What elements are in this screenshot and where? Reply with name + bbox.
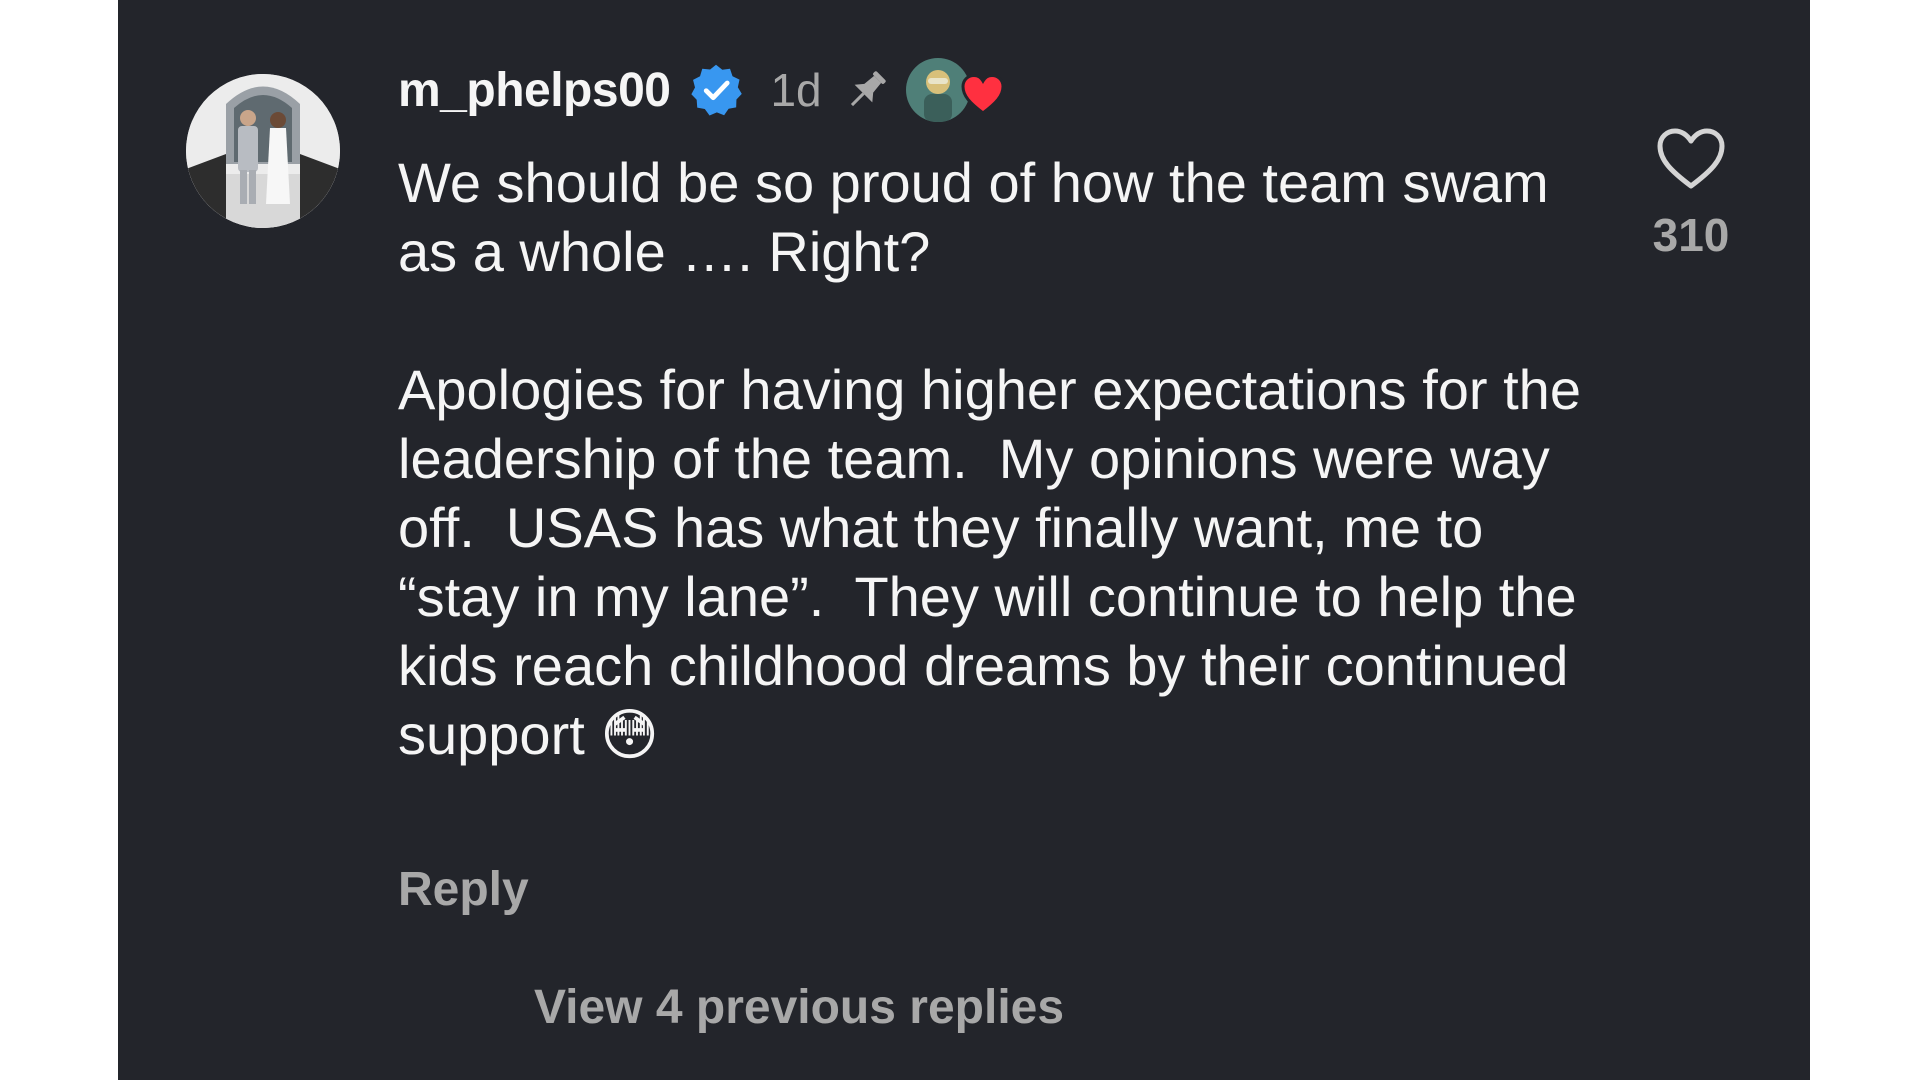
like-control: 310 (1636, 126, 1746, 262)
view-previous-replies-button[interactable]: View 4 previous replies (534, 980, 1064, 1035)
reply-button[interactable]: Reply (398, 862, 529, 917)
timestamp: 1d (770, 64, 822, 116)
heart-outline-icon[interactable] (1654, 126, 1728, 192)
username[interactable]: m_phelps00 (398, 63, 671, 118)
pin-icon (842, 65, 892, 115)
verified-badge-icon (688, 62, 744, 118)
avatar[interactable] (186, 74, 340, 228)
like-count: 310 (1652, 209, 1730, 261)
heart-filled-icon (960, 72, 1006, 116)
comment-header: m_phelps00 1d (398, 58, 1010, 122)
comment-text: We should be so proud of how the team sw… (398, 151, 1581, 766)
creator-like-indicator (905, 58, 1010, 122)
